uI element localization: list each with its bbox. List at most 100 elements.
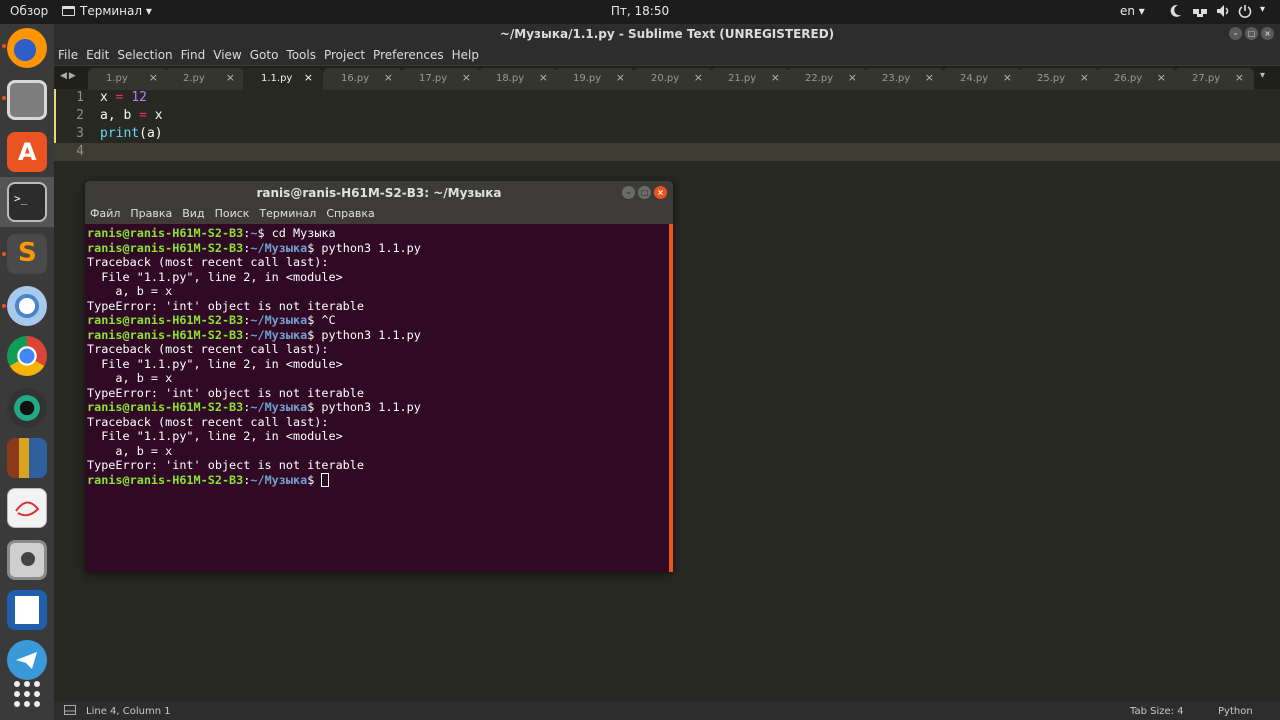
prompt-dollar: $: [307, 240, 322, 255]
tab-close-icon[interactable]: ×: [304, 71, 313, 84]
menu-terminal[interactable]: Терминал: [254, 205, 321, 224]
menu-find[interactable]: Find: [177, 46, 210, 65]
tab-2-py[interactable]: 2.py ×: [165, 68, 245, 90]
tab-close-icon[interactable]: ×: [925, 71, 934, 84]
tab-22-py[interactable]: 22.py ×: [787, 68, 867, 90]
menu-preferences[interactable]: Preferences: [369, 46, 448, 65]
code-token: a, b: [100, 108, 140, 123]
menu-help[interactable]: Справка: [321, 205, 379, 224]
files-icon[interactable]: [7, 80, 47, 120]
code-token: x: [100, 90, 116, 105]
chromium-icon[interactable]: [7, 286, 47, 326]
tab-close-icon[interactable]: ×: [694, 71, 703, 84]
code-line[interactable]: 2 a, b = x: [54, 107, 1280, 125]
close-icon[interactable]: ×: [1261, 27, 1274, 40]
syntax-indicator[interactable]: Python: [1218, 706, 1253, 717]
tab-close-icon[interactable]: ×: [462, 71, 471, 84]
tab-close-icon[interactable]: ×: [1003, 71, 1012, 84]
sublime-titlebar[interactable]: ~/Музыка/1.1.py - Sublime Text (UNREGIST…: [54, 24, 1280, 46]
tab-19-py[interactable]: 19.py ×: [555, 68, 635, 90]
prompt-path: ~/Музыка: [250, 327, 308, 342]
maximize-icon[interactable]: □: [638, 186, 651, 199]
tab-list-dropdown-icon[interactable]: ▾: [1260, 70, 1265, 81]
calibre-icon[interactable]: [7, 438, 47, 478]
firefox-icon[interactable]: [7, 28, 47, 68]
tab-17-py[interactable]: 17.py ×: [401, 68, 481, 90]
sublime-text-icon[interactable]: S: [7, 234, 47, 274]
menu-goto[interactable]: Goto: [246, 46, 283, 65]
tab-close-icon[interactable]: ×: [1235, 71, 1244, 84]
terminal-output[interactable]: ranis@ranis-H61M-S2-B3:~$ cd Музыка ranis…: [85, 224, 669, 572]
prompt-user: ranis@ranis-H61M-S2-B3: [87, 313, 244, 327]
close-icon[interactable]: ×: [654, 186, 667, 199]
tab-label: 27.py: [1192, 73, 1221, 84]
tab-label: 17.py: [419, 73, 448, 84]
menu-edit[interactable]: Edit: [82, 46, 113, 65]
system-menu-arrow-icon[interactable]: ▾: [1260, 4, 1265, 15]
tab-close-icon[interactable]: ×: [771, 71, 780, 84]
menu-project[interactable]: Project: [320, 46, 369, 65]
code-line[interactable]: 3 print(a): [54, 125, 1280, 143]
screenshot-icon[interactable]: [7, 540, 47, 580]
tab-27-py[interactable]: 27.py ×: [1174, 68, 1254, 90]
tab-16-py[interactable]: 16.py ×: [323, 68, 403, 90]
menu-tools[interactable]: Tools: [282, 46, 320, 65]
tab-close-icon[interactable]: ×: [848, 71, 857, 84]
network-icon[interactable]: [1192, 4, 1208, 21]
app-grid-icon[interactable]: [7, 674, 47, 714]
menu-file[interactable]: File: [54, 46, 82, 65]
software-center-icon[interactable]: A: [7, 132, 47, 172]
code-token: (a): [139, 126, 163, 141]
minimize-icon[interactable]: –: [622, 186, 635, 199]
power-icon[interactable]: [1238, 4, 1252, 21]
menu-file[interactable]: Файл: [85, 205, 125, 224]
tab-23-py[interactable]: 23.py ×: [864, 68, 944, 90]
terminal-icon[interactable]: >_: [7, 182, 47, 222]
night-light-icon[interactable]: [1170, 4, 1182, 21]
menu-edit[interactable]: Правка: [125, 205, 177, 224]
code-token: x: [146, 108, 163, 123]
activities-button[interactable]: Обзор: [10, 4, 48, 18]
tab-close-icon[interactable]: ×: [1080, 71, 1089, 84]
tab-25-py[interactable]: 25.py ×: [1019, 68, 1099, 90]
tab-close-icon[interactable]: ×: [616, 71, 625, 84]
camera-app-icon[interactable]: [7, 388, 47, 428]
tab-label: 26.py: [1114, 73, 1143, 84]
tab-close-icon[interactable]: ×: [226, 71, 235, 84]
tab-18-py[interactable]: 18.py ×: [478, 68, 558, 90]
terminal-titlebar[interactable]: ranis@ranis-H61M-S2-B3: ~/Музыка – □ ×: [85, 181, 673, 205]
code-text: print(a): [100, 125, 163, 143]
menu-help[interactable]: Help: [448, 46, 483, 65]
tab-20-py[interactable]: 20.py ×: [633, 68, 713, 90]
tab-close-icon[interactable]: ×: [384, 71, 393, 84]
code-line[interactable]: 1 x = 12: [54, 89, 1280, 107]
tab-21-py[interactable]: 21.py ×: [710, 68, 790, 90]
tab-close-icon[interactable]: ×: [149, 71, 158, 84]
tab-24-py[interactable]: 24.py ×: [942, 68, 1022, 90]
tab-1-1-py[interactable]: 1.1.py ×: [243, 68, 323, 90]
app-menu[interactable]: Терминал ▾: [62, 4, 152, 18]
document-viewer-icon[interactable]: [7, 488, 47, 528]
clock[interactable]: Пт, 18:50: [611, 4, 669, 18]
tab-1-py[interactable]: 1.py ×: [88, 68, 168, 90]
tab-close-icon[interactable]: ×: [539, 71, 548, 84]
tab-size-indicator[interactable]: Tab Size: 4: [1130, 706, 1184, 717]
volume-icon[interactable]: [1216, 4, 1230, 21]
maximize-icon[interactable]: □: [1245, 27, 1258, 40]
code-line-current[interactable]: 4: [54, 143, 1280, 161]
language-indicator[interactable]: en ▾: [1120, 4, 1145, 18]
tab-scroll-arrows-icon[interactable]: ◀▶: [60, 71, 78, 81]
menu-view[interactable]: View: [209, 46, 245, 65]
terminal-output-line: TypeError: 'int' object is not iterable: [87, 385, 364, 400]
tab-close-icon[interactable]: ×: [1157, 71, 1166, 84]
sublime-glyph: S: [18, 238, 37, 268]
tab-26-py[interactable]: 26.py ×: [1096, 68, 1176, 90]
running-indicator: [2, 304, 6, 308]
menu-view[interactable]: Вид: [177, 205, 209, 224]
minimize-icon[interactable]: –: [1229, 27, 1242, 40]
chrome-icon[interactable]: [7, 336, 47, 376]
writer-icon[interactable]: [7, 590, 47, 630]
panel-toggle-icon[interactable]: [64, 705, 76, 718]
menu-selection[interactable]: Selection: [113, 46, 176, 65]
menu-search[interactable]: Поиск: [210, 205, 255, 224]
